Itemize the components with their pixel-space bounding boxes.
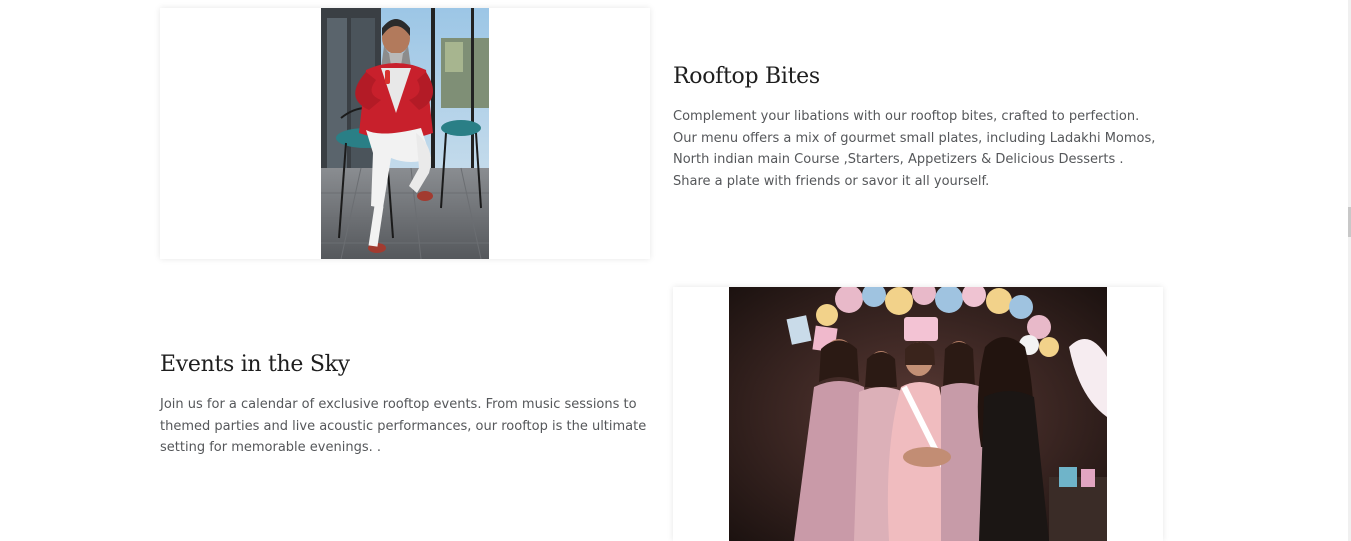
section-description: Complement your libations with our rooft…	[673, 109, 1156, 190]
rooftop-bites-photo	[321, 8, 489, 259]
section-description: Join us for a calendar of exclusive roof…	[160, 397, 647, 456]
section-title: Rooftop Bites	[673, 64, 820, 89]
events-photo	[729, 287, 1107, 541]
events-image-card	[673, 287, 1163, 541]
party-group-image	[729, 287, 1107, 541]
rooftop-bites-image-card	[160, 8, 650, 259]
section-title: Events in the Sky	[160, 352, 350, 377]
man-in-red-blazer-image	[321, 8, 489, 259]
page: Rooftop Bites Complement your libations …	[0, 0, 1351, 541]
rooftop-bites-section: Rooftop Bites Complement your libations …	[673, 62, 1163, 193]
events-in-the-sky-section: Events in the Sky Join us for a calendar…	[160, 350, 650, 459]
